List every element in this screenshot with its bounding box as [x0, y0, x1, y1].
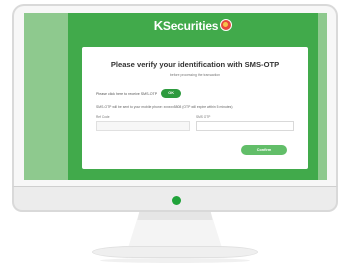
request-otp-button[interactable]: OK: [161, 89, 182, 98]
monitor-screen: KSecurities Please verify your identific…: [24, 13, 327, 180]
monitor-stand-base: [92, 246, 258, 258]
brand-mark-icon: [220, 19, 233, 31]
otp-verification-card: Please verify your identification with S…: [82, 47, 308, 169]
otp-sent-note: SMS-OTP will be sent to your mobile phon…: [96, 105, 233, 109]
power-led-icon: [172, 196, 181, 205]
request-otp-prompt: Please click here to receive SMS-OTP: [96, 91, 158, 96]
app-window: KSecurities Please verify your identific…: [68, 13, 318, 180]
monitor-stand-shadow: [137, 212, 213, 220]
dialog-title: Please verify your identification with S…: [110, 60, 280, 69]
ref-code-field: [96, 121, 190, 131]
ref-code-label: Ref Code: [96, 115, 110, 119]
brand-logo-name: Securities: [162, 19, 219, 33]
request-otp-row: Please click here to receive SMS-OTP OK: [96, 89, 182, 98]
sms-otp-input[interactable]: [196, 121, 294, 131]
brand-logo-k: K: [153, 18, 163, 33]
floor-shadow: [100, 258, 250, 263]
dialog-subtitle: before processing the transaction: [169, 73, 221, 77]
sms-otp-label: SMS OTP: [196, 115, 211, 119]
confirm-button[interactable]: Confirm: [241, 145, 287, 155]
brand-logo: KSecurities: [68, 18, 318, 36]
